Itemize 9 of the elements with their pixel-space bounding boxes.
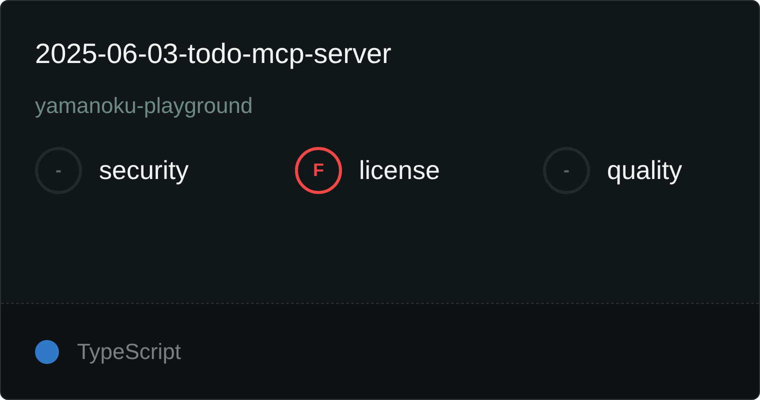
language-label: TypeScript: [77, 338, 181, 366]
score-label: quality: [607, 154, 682, 187]
grade-badge: F: [295, 147, 342, 194]
score-label: license: [359, 154, 440, 187]
score-label: security: [99, 154, 189, 187]
grade-badge: -: [543, 147, 590, 194]
grade-badge: -: [35, 147, 82, 194]
repo-title: 2025-06-03-todo-mcp-server: [35, 37, 392, 71]
repo-owner: yamanoku-playground: [35, 92, 254, 120]
